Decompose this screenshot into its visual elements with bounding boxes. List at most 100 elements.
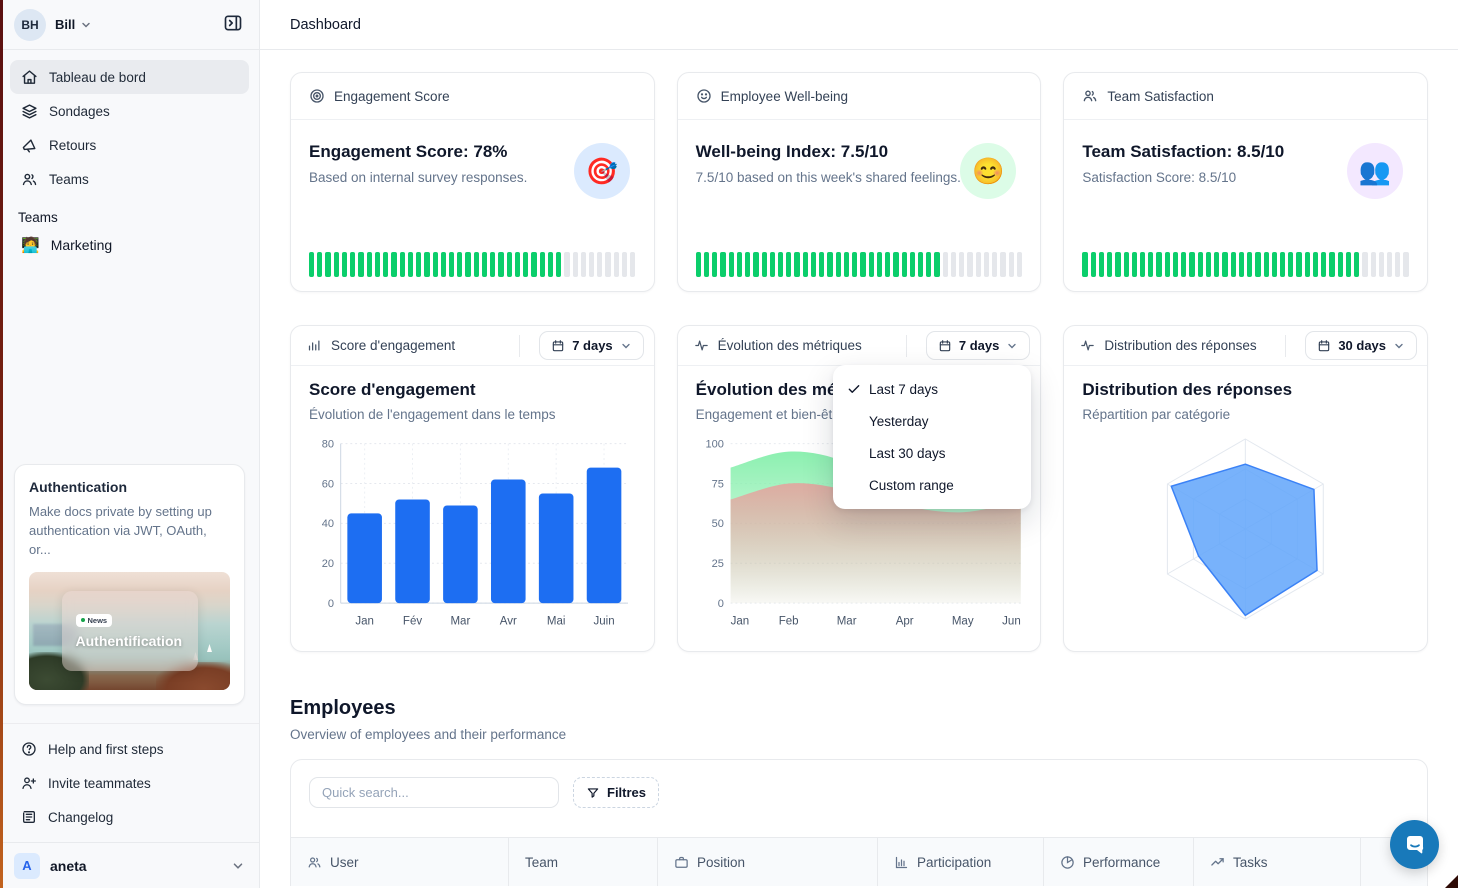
bar-chart-icon	[307, 338, 322, 353]
desktop-edge	[0, 0, 3, 888]
user-plus-icon	[21, 775, 37, 791]
bar-chart-icon	[894, 855, 909, 870]
workspace-switcher[interactable]: A aneta	[0, 842, 259, 888]
promo-image-caption: Authentification	[76, 633, 198, 649]
card-header-label: Score d'engagement	[331, 338, 455, 353]
column-header-participation: Participation	[878, 838, 1044, 886]
chart-title: Distribution des réponses	[1082, 380, 1409, 400]
divider	[1285, 335, 1286, 357]
svg-text:0: 0	[328, 598, 334, 610]
promo-overlay-card: News Authentification	[62, 591, 198, 671]
page-title: Dashboard	[290, 17, 361, 33]
megaphone-icon	[21, 137, 38, 154]
calendar-icon	[551, 339, 565, 353]
sidebar-item-teams[interactable]: Teams	[10, 162, 249, 196]
smiley-icon	[696, 88, 712, 104]
calendar-icon	[938, 339, 952, 353]
technologist-emoji-icon: 🧑‍💻	[21, 236, 40, 254]
workspace-name: aneta	[50, 858, 87, 874]
svg-text:Mar: Mar	[450, 615, 470, 627]
svg-text:50: 50	[711, 518, 723, 530]
menu-item-last-30-days[interactable]: Last 30 days	[833, 437, 1031, 469]
card-header: Employee Well-being	[678, 73, 1041, 120]
promo-card-authentication[interactable]: Authentication Make docs private by sett…	[14, 464, 245, 705]
sidebar-item-label: Sondages	[49, 104, 110, 119]
date-range-button[interactable]: 7 days	[539, 331, 643, 360]
chart-title: Score d'engagement	[309, 380, 636, 400]
column-header-user: User	[291, 838, 509, 886]
sidebar-item-invite[interactable]: Invite teammates	[10, 766, 249, 800]
briefcase-icon	[674, 855, 689, 870]
funnel-icon	[586, 786, 600, 800]
svg-text:Jan: Jan	[730, 615, 749, 627]
card-header: Engagement Score	[291, 73, 654, 120]
svg-text:Jun: Jun	[1002, 615, 1021, 627]
divider	[906, 335, 907, 357]
panel-collapse-icon	[223, 13, 243, 36]
dot-icon	[81, 618, 85, 622]
sidebar-item-label: Help and first steps	[48, 742, 164, 757]
user-name[interactable]: Bill	[55, 17, 75, 32]
sidebar-collapse-button[interactable]	[219, 9, 247, 40]
filters-button[interactable]: Filtres	[573, 777, 659, 808]
divider	[519, 335, 520, 357]
card-header: Score d'engagement 7 days	[291, 326, 654, 366]
svg-text:60: 60	[322, 478, 334, 490]
employees-title: Employees	[290, 697, 1428, 720]
column-header-position: Position	[658, 838, 878, 886]
svg-text:80: 80	[322, 438, 334, 450]
sidebar-item-surveys[interactable]: Sondages	[10, 94, 249, 128]
svg-text:Juin: Juin	[593, 615, 614, 627]
svg-text:May: May	[952, 615, 974, 627]
sidebar-item-help[interactable]: Help and first steps	[10, 732, 249, 766]
search-input[interactable]	[309, 777, 559, 808]
date-range-menu: Last 7 days Yesterday Last 30 days Custo…	[833, 365, 1031, 509]
svg-text:Mar: Mar	[836, 615, 856, 627]
sidebar-header: BH Bill	[0, 0, 259, 50]
chat-launcher-button[interactable]	[1390, 820, 1439, 869]
svg-text:Feb: Feb	[778, 615, 798, 627]
promo-description: Make docs private by setting up authenti…	[29, 503, 230, 560]
date-range-label: 7 days	[959, 338, 999, 353]
svg-text:100: 100	[705, 438, 723, 450]
sidebar-team-marketing[interactable]: 🧑‍💻 Marketing	[0, 227, 259, 263]
menu-item-custom-range[interactable]: Custom range	[833, 469, 1031, 501]
date-range-label: 7 days	[572, 338, 612, 353]
card-header: Distribution des réponses 30 days	[1064, 326, 1427, 366]
sidebar-footer: Help and first steps Invite teammates Ch…	[0, 723, 259, 834]
svg-text:Avr: Avr	[500, 615, 517, 627]
engagement-score-card: Engagement Score Engagement Score: 78% B…	[290, 72, 655, 292]
sidebar-item-changelog[interactable]: Changelog	[10, 800, 249, 834]
menu-item-yesterday[interactable]: Yesterday	[833, 405, 1031, 437]
chevron-down-icon[interactable]	[80, 19, 92, 31]
date-range-button[interactable]: 7 days	[926, 331, 1030, 360]
progress-bar	[309, 252, 636, 277]
sidebar-item-label: Invite teammates	[48, 776, 151, 791]
sidebar-item-label: Teams	[49, 172, 89, 187]
sidebar-item-feedback[interactable]: Retours	[10, 128, 249, 162]
svg-text:Fév: Fév	[403, 615, 422, 627]
date-range-button[interactable]: 30 days	[1305, 331, 1417, 360]
avatar: BH	[14, 9, 46, 41]
svg-text:Jan: Jan	[355, 615, 374, 627]
chart-subtitle: Répartition par catégorie	[1082, 407, 1409, 422]
chevron-down-icon	[231, 859, 245, 873]
pie-chart-icon	[1060, 855, 1075, 870]
news-badge: News	[76, 614, 113, 627]
menu-item-last-7-days[interactable]: Last 7 days	[833, 373, 1031, 405]
engagement-chart-card: Score d'engagement 7 days	[290, 325, 655, 652]
chat-bubble-icon	[1403, 833, 1427, 857]
sidebar-item-label: Retours	[49, 138, 96, 153]
busts-emoji-icon: 👥	[1347, 143, 1403, 199]
desktop-corner	[1445, 875, 1458, 888]
column-header-tasks: Tasks	[1194, 838, 1361, 886]
check-icon	[847, 382, 869, 396]
card-header-label: Team Satisfaction	[1107, 89, 1214, 104]
chart-subtitle: Évolution de l'engagement dans le temps	[309, 407, 636, 422]
target-emoji-icon: 🎯	[574, 143, 630, 199]
table-header-row: User Team Position	[291, 837, 1427, 886]
progress-bar	[696, 252, 1023, 277]
svg-text:75: 75	[711, 478, 723, 490]
team-satisfaction-card: Team Satisfaction Team Satisfaction: 8.5…	[1063, 72, 1428, 292]
sidebar-item-dashboard[interactable]: Tableau de bord	[10, 60, 249, 94]
